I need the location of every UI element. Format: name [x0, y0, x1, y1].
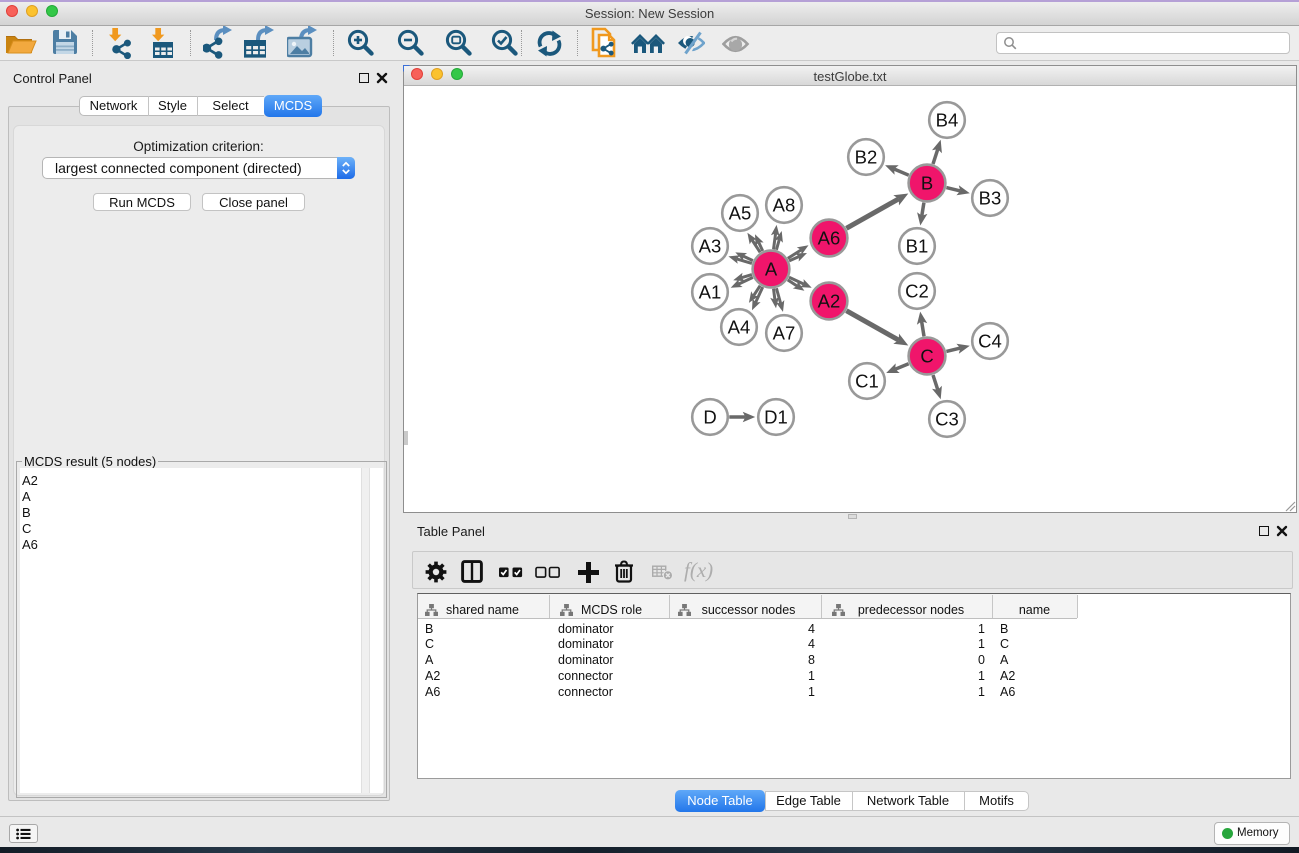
svg-text:C1: C1 — [855, 371, 879, 392]
svg-text:A5: A5 — [729, 203, 752, 224]
svg-text:B3: B3 — [979, 188, 1002, 209]
svg-text:A8: A8 — [773, 195, 796, 216]
svg-text:A1: A1 — [699, 282, 722, 303]
svg-text:B1: B1 — [906, 236, 929, 257]
svg-text:C2: C2 — [905, 281, 929, 302]
svg-text:A4: A4 — [728, 317, 751, 338]
svg-text:B4: B4 — [936, 110, 959, 131]
svg-text:A6: A6 — [818, 228, 841, 249]
svg-text:C: C — [920, 346, 933, 367]
svg-text:B2: B2 — [855, 147, 878, 168]
svg-text:A3: A3 — [699, 236, 722, 257]
svg-text:C3: C3 — [935, 409, 959, 430]
svg-text:D: D — [703, 407, 716, 428]
svg-text:A7: A7 — [773, 323, 796, 344]
svg-text:D1: D1 — [764, 407, 788, 428]
svg-text:A2: A2 — [818, 291, 841, 312]
svg-text:C4: C4 — [978, 331, 1002, 352]
svg-text:A: A — [765, 259, 778, 280]
svg-text:B: B — [921, 173, 933, 194]
